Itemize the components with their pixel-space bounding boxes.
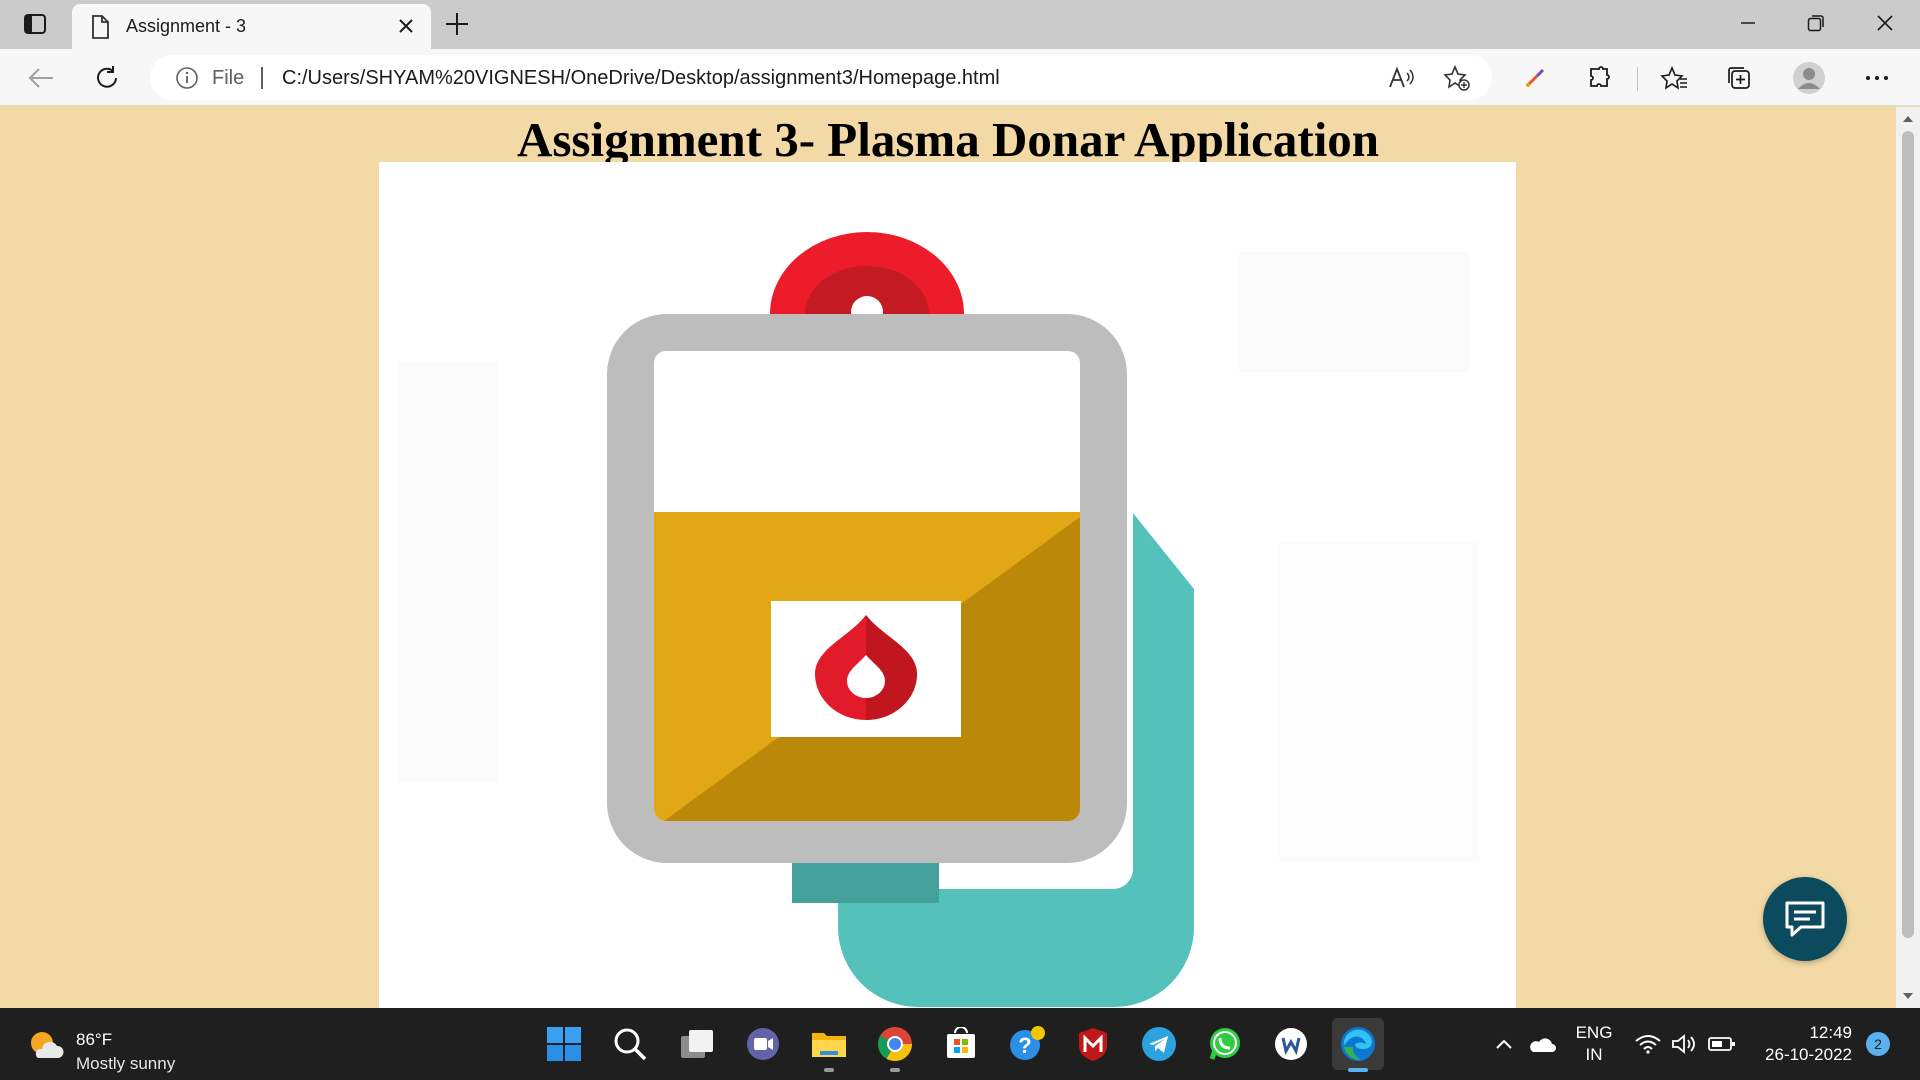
language-code: ENG xyxy=(1575,1023,1613,1042)
svg-text:?: ? xyxy=(1018,1033,1031,1058)
document-icon xyxy=(90,15,110,39)
word-icon[interactable] xyxy=(1269,1022,1313,1066)
edge-icon[interactable] xyxy=(1332,1018,1384,1072)
start-icon[interactable] xyxy=(542,1022,586,1066)
onedrive-icon[interactable] xyxy=(1522,1022,1562,1066)
wifi-icon[interactable] xyxy=(1630,1022,1666,1066)
profile-avatar[interactable] xyxy=(1791,60,1827,96)
chrome-icon[interactable] xyxy=(873,1022,917,1072)
page-scrollbar[interactable] xyxy=(1896,107,1920,1008)
tab-title: Assignment - 3 xyxy=(126,16,247,36)
page-viewport: Assignment 3- Plasma Donar Application xyxy=(0,107,1896,1008)
windows-taskbar: 86°F Mostly sunny ? ENG IN 12:49 26-10-2… xyxy=(0,1008,1920,1080)
whatsapp-icon[interactable] xyxy=(1203,1022,1247,1066)
region-code: IN xyxy=(1585,1045,1603,1064)
blood-bag-icon xyxy=(379,162,1516,1008)
clock-time: 12:49 xyxy=(1809,1023,1852,1042)
minimize-icon[interactable] xyxy=(1714,0,1782,46)
refresh-icon[interactable] xyxy=(90,61,124,95)
chat-button[interactable] xyxy=(1763,877,1847,961)
search-icon[interactable] xyxy=(608,1022,652,1066)
toolbar-divider xyxy=(1637,67,1638,91)
microsoft-store-icon[interactable] xyxy=(939,1022,983,1066)
language-indicator[interactable]: ENG IN xyxy=(1574,1022,1614,1066)
info-icon[interactable] xyxy=(175,66,199,90)
chat-icon xyxy=(1785,901,1825,937)
mcafee-icon[interactable] xyxy=(1071,1022,1115,1066)
task-view-icon[interactable] xyxy=(675,1022,719,1066)
volume-icon[interactable] xyxy=(1666,1022,1702,1066)
scheme-label: File xyxy=(212,67,245,89)
favorites-icon[interactable] xyxy=(1657,61,1691,95)
url-text[interactable]: C:/Users/SHYAM%20VIGNESH/OneDrive/Deskto… xyxy=(282,67,1000,90)
collections-icon[interactable] xyxy=(1722,61,1756,95)
show-hidden-icons-icon[interactable] xyxy=(1486,1022,1522,1066)
restore-icon[interactable] xyxy=(1782,0,1850,46)
scrollbar-thumb[interactable] xyxy=(1902,131,1914,938)
read-aloud-icon[interactable] xyxy=(1388,65,1416,91)
back-icon[interactable] xyxy=(24,61,58,95)
pen-extension-icon[interactable] xyxy=(1518,61,1552,95)
active-app-indicator xyxy=(1348,1068,1368,1072)
teams-chat-icon[interactable] xyxy=(741,1022,785,1066)
new-tab-icon[interactable] xyxy=(443,10,471,38)
address-bar[interactable]: File C:/Users/SHYAM%20VIGNESH/OneDrive/D… xyxy=(150,55,1492,100)
tab-strip: Assignment - 3 xyxy=(0,0,1920,49)
browser-toolbar: File C:/Users/SHYAM%20VIGNESH/OneDrive/D… xyxy=(0,49,1920,106)
scroll-up-arrow-icon[interactable] xyxy=(1896,107,1920,131)
more-menu-icon[interactable] xyxy=(1860,61,1894,95)
scroll-down-arrow-icon[interactable] xyxy=(1896,984,1920,1008)
running-indicator xyxy=(824,1068,834,1072)
active-tab[interactable]: Assignment - 3 xyxy=(72,4,431,49)
close-window-icon[interactable] xyxy=(1851,0,1919,46)
notification-badge[interactable]: 2 xyxy=(1866,1032,1890,1056)
clock[interactable]: 12:49 26-10-2022 xyxy=(1756,1022,1852,1066)
extensions-icon[interactable] xyxy=(1583,61,1617,95)
weather-description: Mostly sunny xyxy=(76,1054,176,1073)
omnibox-separator xyxy=(261,67,263,89)
partly-sunny-icon xyxy=(28,1030,64,1060)
get-help-icon[interactable]: ? xyxy=(1005,1022,1049,1066)
weather-widget[interactable]: 86°F Mostly sunny xyxy=(28,1018,228,1073)
file-explorer-icon[interactable] xyxy=(807,1022,851,1072)
tab-actions-icon[interactable] xyxy=(14,10,56,38)
weather-temperature: 86°F xyxy=(76,1030,113,1049)
hero-image xyxy=(379,162,1516,1008)
battery-icon[interactable] xyxy=(1702,1022,1742,1066)
running-indicator xyxy=(890,1068,900,1072)
telegram-icon[interactable] xyxy=(1137,1022,1181,1066)
add-favorite-icon[interactable] xyxy=(1443,64,1471,91)
page-heading: Assignment 3- Plasma Donar Application xyxy=(516,112,1380,167)
close-tab-icon[interactable] xyxy=(395,15,417,37)
clock-date: 26-10-2022 xyxy=(1765,1045,1852,1064)
